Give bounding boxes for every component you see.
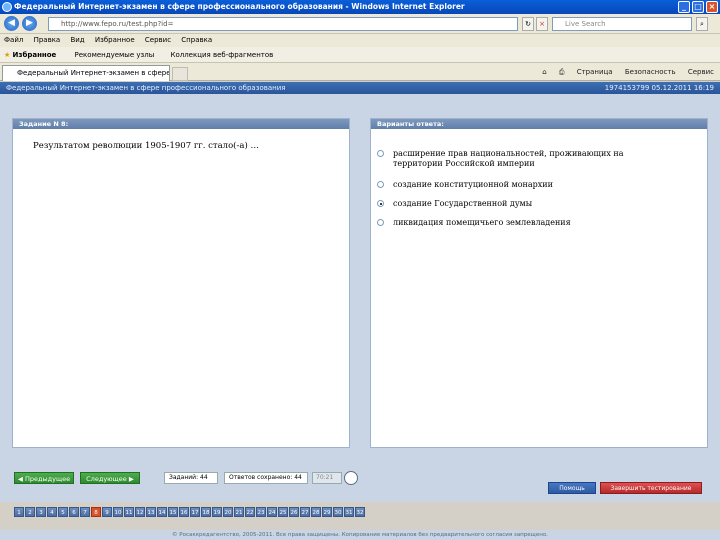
clock-icon (344, 471, 358, 485)
page-number[interactable]: 19 (212, 507, 222, 517)
page-menu[interactable]: Страница (577, 68, 613, 76)
tasks-count: Заданий: 44 (164, 472, 218, 484)
app-title: Федеральный Интернет-экзамен в сфере про… (6, 84, 286, 92)
close-window-button[interactable]: × (706, 1, 718, 13)
window-title-bar: Федеральный Интернет-экзамен в сфере про… (0, 0, 720, 14)
ie-logo-icon (2, 2, 12, 12)
help-button[interactable]: Помощь (548, 482, 596, 494)
page-number[interactable]: 10 (113, 507, 123, 517)
radio-button[interactable] (377, 181, 384, 188)
safety-menu[interactable]: Безопасность (625, 68, 676, 76)
page-number[interactable]: 21 (234, 507, 244, 517)
page-number[interactable]: 30 (333, 507, 343, 517)
page-number[interactable]: 6 (69, 507, 79, 517)
favorites-button[interactable]: Избранное (13, 51, 57, 59)
home-icon[interactable]: ⌂ (542, 68, 546, 76)
page-number[interactable]: 24 (267, 507, 277, 517)
back-button[interactable]: ◀ (4, 16, 19, 31)
search-input[interactable]: Live Search (552, 17, 692, 31)
answer-option-4[interactable]: ликвидация помещичьего землевладения (377, 218, 663, 228)
navigation-row: ◀ Предыдущее Следующее ▶ Заданий: 44 Отв… (0, 462, 720, 502)
page-number[interactable]: 7 (80, 507, 90, 517)
page-number[interactable]: 18 (201, 507, 211, 517)
address-input[interactable]: http://www.fepo.ru/test.php?id= (48, 17, 518, 31)
page-number[interactable]: 20 (223, 507, 233, 517)
test-content: Задание N 8: Результатом революции 1905-… (0, 94, 720, 462)
previous-button[interactable]: ◀ Предыдущее (14, 472, 74, 484)
page-number[interactable]: 2 (25, 507, 35, 517)
page-number[interactable]: 11 (124, 507, 134, 517)
page-number[interactable]: 23 (256, 507, 266, 517)
answers-panel: Варианты ответа: расширение прав национа… (370, 118, 708, 448)
answers-saved: Ответов сохранено: 44 (224, 472, 308, 484)
page-number[interactable]: 16 (179, 507, 189, 517)
task-header: Задание N 8: (13, 119, 349, 129)
tab-active[interactable]: Федеральный Интернет-экзамен в сфере... (2, 65, 170, 81)
maximize-button[interactable]: □ (692, 1, 704, 13)
menu-tools[interactable]: Сервис (145, 36, 171, 44)
page-number[interactable]: 1 (14, 507, 24, 517)
page-number[interactable]: 13 (146, 507, 156, 517)
page-number[interactable]: 4 (47, 507, 57, 517)
radio-button[interactable] (377, 150, 384, 157)
menu-bar: Файл Правка Вид Избранное Сервис Справка (0, 34, 720, 47)
app-header: Федеральный Интернет-экзамен в сфере про… (0, 82, 720, 94)
favorite-link-webslices[interactable]: Коллекция веб-фрагментов (170, 51, 273, 59)
menu-help[interactable]: Справка (181, 36, 212, 44)
answer-option-3[interactable]: создание Государственной думы (377, 199, 663, 209)
favorites-bar: ★ Избранное Рекомендуемые узлы Коллекция… (0, 47, 720, 63)
page-number[interactable]: 31 (344, 507, 354, 517)
page-number[interactable]: 3 (36, 507, 46, 517)
timer: 70:21 (312, 472, 342, 484)
answer-option-1[interactable]: расширение прав национальностей, прожива… (377, 149, 663, 169)
page-number[interactable]: 5 (58, 507, 68, 517)
page-number[interactable]: 14 (157, 507, 167, 517)
search-icon[interactable]: ⌕ (696, 17, 708, 31)
print-icon[interactable]: ⎙ (559, 68, 565, 76)
favorite-link-suggested[interactable]: Рекомендуемые узлы (75, 51, 155, 59)
radio-button-selected[interactable] (377, 200, 384, 207)
page-number[interactable]: 9 (102, 507, 112, 517)
window-title: Федеральный Интернет-экзамен в сфере про… (14, 2, 465, 11)
tab-bar: Федеральный Интернет-экзамен в сфере... … (0, 63, 720, 81)
command-bar: ⌂ ⎙ Страница Безопасность Сервис (532, 67, 714, 78)
refresh-button[interactable]: ↻ (522, 17, 534, 31)
page-number[interactable]: 29 (322, 507, 332, 517)
page-number[interactable]: 22 (245, 507, 255, 517)
answer-option-2[interactable]: создание конституционной монархии (377, 180, 663, 190)
answers-header: Варианты ответа: (371, 119, 707, 129)
page-number[interactable]: 25 (278, 507, 288, 517)
forward-button[interactable]: ▶ (22, 16, 37, 31)
star-icon: ★ (4, 51, 11, 59)
next-button[interactable]: Следующее ▶ (80, 472, 140, 484)
page-number[interactable]: 32 (355, 507, 365, 517)
stop-button[interactable]: × (536, 17, 548, 31)
page-number[interactable]: 8 (91, 507, 101, 517)
page-number[interactable]: 26 (289, 507, 299, 517)
new-tab-button[interactable] (172, 67, 188, 81)
finish-test-button[interactable]: Завершить тестирование (600, 482, 702, 494)
page-number[interactable]: 27 (300, 507, 310, 517)
menu-view[interactable]: Вид (70, 36, 84, 44)
page-number[interactable]: 15 (168, 507, 178, 517)
address-bar-row: ◀ ▶ http://www.fepo.ru/test.php?id= ↻ × … (0, 14, 720, 34)
task-pagination: 1 2 3 4 5 6 7 8 9 10 11 12 13 14 15 16 17 18 19 20 21 22 23 24 2… (14, 507, 365, 517)
page-number[interactable]: 17 (190, 507, 200, 517)
task-panel: Задание N 8: Результатом революции 1905-… (12, 118, 350, 448)
page-number[interactable]: 12 (135, 507, 145, 517)
tools-menu[interactable]: Сервис (688, 68, 714, 76)
menu-favorites[interactable]: Избранное (95, 36, 135, 44)
menu-edit[interactable]: Правка (34, 36, 61, 44)
session-id: 1974153799 05.12.2011 16:19 (604, 84, 714, 92)
page-number[interactable]: 28 (311, 507, 321, 517)
question-text: Результатом революции 1905-1907 гг. стал… (33, 141, 259, 151)
footer-copyright: © Росаккредагентство, 2005-2011. Все пра… (0, 530, 720, 540)
menu-file[interactable]: Файл (4, 36, 23, 44)
radio-button[interactable] (377, 219, 384, 226)
minimize-button[interactable]: _ (678, 1, 690, 13)
